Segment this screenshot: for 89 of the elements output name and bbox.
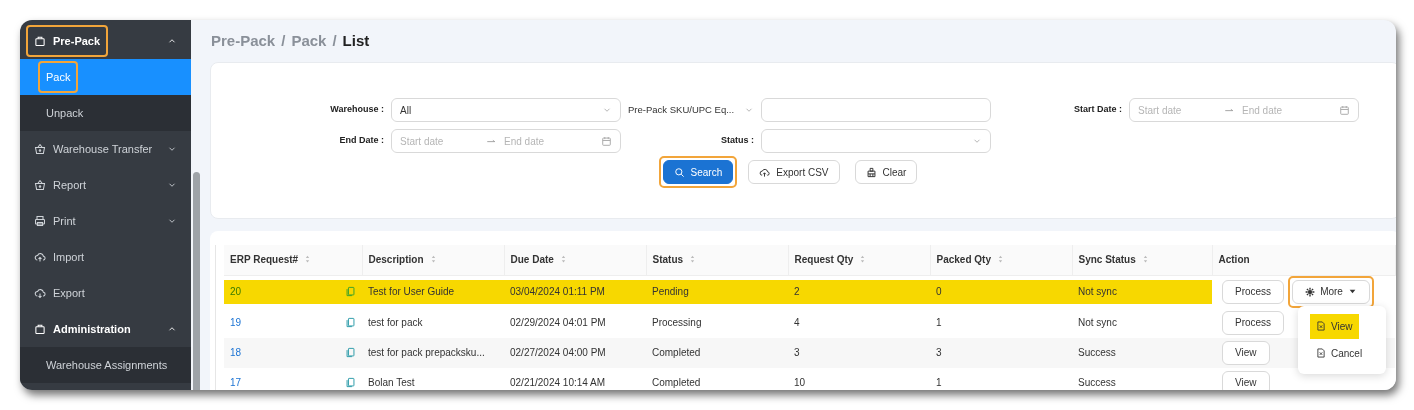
field-label: End Date :: [338, 134, 384, 148]
status-select[interactable]: [761, 129, 991, 153]
sku-mode-select[interactable]: Pre-Pack SKU/UPC Eq...: [628, 102, 754, 118]
table-cell: Not sync: [1078, 286, 1117, 297]
table-cell: Test for User Guide: [368, 286, 455, 297]
table-cell: Bolan Test: [368, 377, 415, 388]
sidebar-item[interactable]: Administration: [53, 320, 131, 338]
erp-request-link[interactable]: 20: [230, 284, 242, 299]
action-button[interactable]: View: [1222, 340, 1270, 365]
sidebar-item[interactable]: Warehouse Transfer: [53, 140, 153, 158]
sidebar-item[interactable]: Report: [53, 176, 87, 194]
copy-icon: [345, 377, 356, 388]
sidebar-item[interactable]: Print: [53, 212, 76, 230]
submenu-item[interactable]: Warehouse Assignments: [20, 347, 191, 383]
sidebar-item[interactable]: Pre-Pack: [53, 32, 101, 50]
table-cell: 03/04/2024 01:11 PM: [510, 286, 605, 297]
table-cell: test for pack prepacksku...: [368, 347, 485, 358]
table-cell: 02/21/2024 10:14 AM: [510, 377, 606, 388]
table-cell: 02/27/2024 04:00 PM: [510, 347, 606, 358]
column-header: Sync Status: [1072, 245, 1212, 275]
menu-item[interactable]: View: [1310, 313, 1359, 339]
copy-icon: [345, 317, 356, 328]
field-label: Start Date :: [1073, 103, 1122, 117]
search-button[interactable]: Search: [662, 160, 734, 184]
printer-icon: [34, 215, 46, 227]
erp-request-link[interactable]: 18: [230, 345, 242, 360]
to-date-input[interactable]: End date: [1242, 102, 1332, 118]
table-cell: test for pack: [368, 317, 423, 328]
breadcrumb-separator: /: [281, 30, 286, 51]
column-header: Status: [646, 245, 788, 275]
action-button[interactable]: Process: [1222, 279, 1285, 304]
erp-request-link[interactable]: 17: [230, 375, 242, 390]
erp-request-link[interactable]: 19: [230, 315, 242, 330]
breadcrumb-current: List: [342, 30, 370, 51]
from-date-input[interactable]: Start date: [400, 133, 486, 149]
action-button[interactable]: Process: [1222, 310, 1285, 335]
from-date-input[interactable]: Start date: [1138, 102, 1224, 118]
column-header: Description: [362, 245, 504, 275]
table-cell: 0: [936, 286, 942, 297]
calendar-icon: [1339, 104, 1350, 116]
clear-button[interactable]: Clear: [854, 160, 918, 184]
sidebar-item[interactable]: Export: [53, 284, 85, 302]
table-cell: Success: [1078, 347, 1116, 358]
field-label: Status :: [720, 134, 754, 148]
copy-icon: [345, 347, 356, 358]
calendar-icon: [601, 135, 612, 147]
sidebar-item[interactable]: Import: [53, 248, 85, 266]
table-cell: Success: [1078, 377, 1116, 388]
export-button[interactable]: Export CSV: [748, 160, 840, 184]
submenu-item[interactable]: Unpack: [20, 95, 191, 131]
gear-icon: [1305, 286, 1316, 297]
basket-icon: [34, 143, 46, 155]
table-cell: 4: [794, 317, 800, 328]
file-icon: [1316, 321, 1326, 331]
cloud-download-icon: [34, 287, 46, 299]
table-cell: Not sync: [1078, 317, 1117, 328]
more-button[interactable]: More: [1292, 279, 1370, 304]
table-cell: Processing: [652, 317, 702, 328]
table-cell: Pending: [652, 286, 689, 297]
table-cell: 3: [794, 347, 800, 358]
broom-icon: [865, 166, 877, 178]
table-cell: 2: [794, 286, 800, 297]
caret-down-icon: [1347, 287, 1357, 296]
menu-item[interactable]: Cancel: [1310, 340, 1369, 366]
basket-icon: [34, 179, 46, 191]
cloud-upload-icon: [759, 166, 771, 178]
bag-icon: [34, 323, 46, 335]
table-cell: 02/29/2024 04:01 PM: [510, 317, 606, 328]
table-cell: Completed: [652, 377, 701, 388]
warehouse-select[interactable]: All: [391, 98, 621, 122]
breadcrumb-separator: /: [332, 30, 337, 51]
table-cell: 3: [936, 347, 942, 358]
column-header: Due Date: [504, 245, 646, 275]
file-icon: [1316, 348, 1326, 358]
column-header: Request Qty: [788, 245, 930, 275]
copy-icon: [345, 286, 356, 297]
sku-input-field[interactable]: [761, 98, 991, 122]
search-icon: [673, 166, 685, 178]
table-cell: 1: [936, 377, 942, 388]
column-header: Packed Qty: [930, 245, 1072, 275]
cloud-upload-icon: [34, 251, 46, 263]
table-cell: Completed: [652, 347, 701, 358]
to-date-input[interactable]: End date: [504, 133, 594, 149]
action-button[interactable]: View: [1222, 370, 1270, 390]
field-label: Warehouse :: [329, 103, 384, 117]
bag-icon: [34, 35, 46, 47]
table-cell: 10: [794, 377, 806, 388]
table-cell: 1: [936, 317, 942, 328]
column-header: Action: [1212, 245, 1395, 275]
